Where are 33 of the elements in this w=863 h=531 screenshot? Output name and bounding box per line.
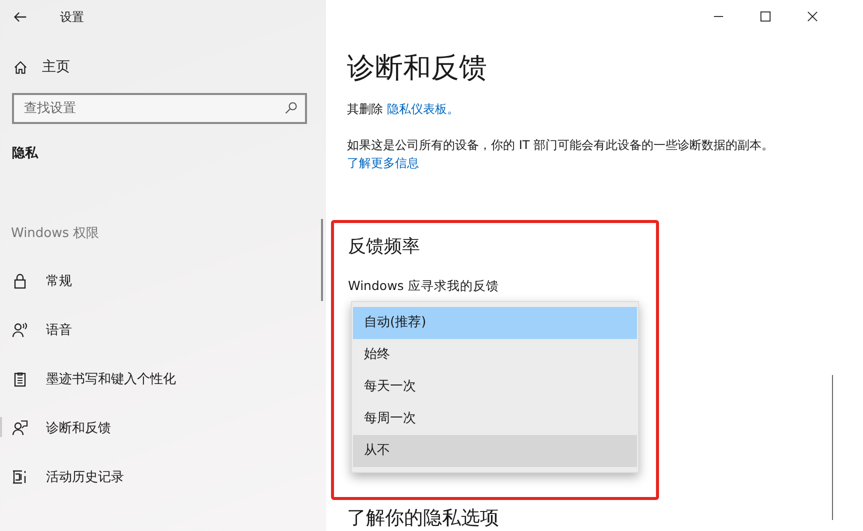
lock-icon (12, 272, 28, 288)
feedback-icon (12, 420, 28, 436)
sidebar-item[interactable]: 活动历史记录 (0, 452, 200, 501)
search-icon (284, 101, 298, 115)
close-icon[interactable] (807, 11, 818, 22)
setting-label: Windows 应寻求我的反馈 (348, 278, 499, 295)
link[interactable]: 隐私仪表板。 (386, 102, 459, 116)
section-title: 反馈频率 (348, 235, 420, 258)
section-heading: 隐私 (12, 145, 40, 162)
dropdown-option[interactable]: 始终 (353, 339, 637, 371)
dropdown-option[interactable]: 自动(推荐) (353, 307, 637, 339)
description-text: 如果这是公司所有的设备，你的 IT 部门可能会有此设备的一些诊断数据的副本。 了解更多信息 (347, 137, 774, 172)
home-link[interactable]: 主页 (13, 58, 83, 76)
timeline-icon (12, 468, 28, 484)
sidebar-item[interactable]: 墨迹书写和键入个性化 (0, 354, 200, 403)
sidebar-item[interactable]: 常规 (0, 256, 200, 305)
link[interactable]: 了解更多信息 (347, 156, 419, 170)
home-icon (13, 60, 28, 74)
window-title: 设置 (60, 8, 84, 26)
sidebar-item[interactable]: 语音 (0, 305, 200, 354)
description-text: 其删除 隐私仪表板。 (347, 101, 460, 118)
dropdown-option[interactable]: 每天一次 (353, 371, 637, 403)
search-field[interactable]: 查找设置 (12, 93, 307, 124)
clipboard-icon (12, 370, 28, 386)
sidebar-item[interactable]: 诊断和反馈 (0, 403, 200, 452)
dropdown-option[interactable]: 每周一次 (353, 403, 637, 435)
speech-icon (12, 322, 28, 338)
group-heading: Windows 权限 (11, 225, 100, 242)
section-title: 了解你的隐私选项 (347, 507, 499, 529)
maximize-icon[interactable] (760, 11, 771, 22)
dropdown-option[interactable]: 从不 (353, 435, 637, 467)
page-title: 诊断和反馈 (347, 50, 487, 86)
back-icon[interactable] (13, 10, 27, 24)
